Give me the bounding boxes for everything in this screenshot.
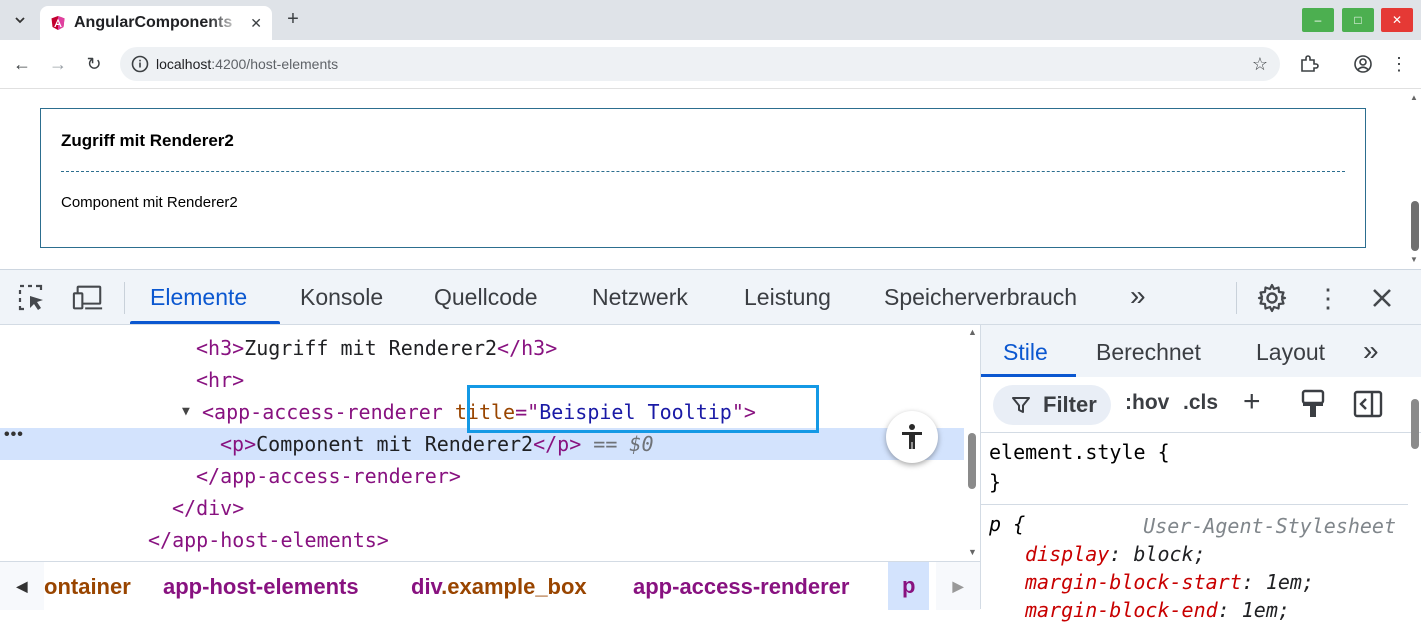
dom-line-app-host-elements-close[interactable]: </app-host-elements>: [0, 524, 964, 556]
styles-filter-input[interactable]: Filter: [993, 385, 1111, 425]
chevron-down-icon: [15, 17, 25, 24]
filter-funnel-icon: [1012, 397, 1030, 413]
angular-favicon-icon: [51, 16, 65, 30]
styles-scrollbar-thumb[interactable]: [1411, 399, 1419, 449]
browser-tab[interactable]: AngularComponents ✕: [40, 6, 272, 40]
breadcrumb-app-access-renderer[interactable]: app-access-renderer: [633, 574, 849, 600]
page-scrollbar-thumb[interactable]: [1411, 201, 1419, 251]
dom-line-app-access-renderer-close[interactable]: </app-access-renderer>: [0, 460, 964, 492]
browser-menu-icon[interactable]: ⋮: [1388, 53, 1410, 75]
page-heading: Zugriff mit Renderer2: [61, 131, 234, 150]
tab-konsole[interactable]: Konsole: [300, 284, 383, 311]
expand-triangle-icon[interactable]: ▼: [182, 396, 190, 428]
reload-icon[interactable]: ↻: [82, 52, 106, 76]
accessibility-tree-button[interactable]: [886, 411, 938, 463]
settings-gear-icon[interactable]: [1256, 282, 1288, 314]
tab-layout[interactable]: Layout: [1256, 339, 1325, 366]
tab-leistung[interactable]: Leistung: [744, 284, 831, 311]
accessibility-icon: [902, 424, 922, 449]
new-tab-button[interactable]: +: [282, 8, 304, 30]
minimize-button[interactable]: –: [1302, 8, 1334, 32]
scroll-up-icon[interactable]: ▲: [1410, 93, 1418, 102]
breadcrumb-div-example-box[interactable]: div.example_box: [411, 574, 587, 600]
device-toolbar-icon[interactable]: [72, 282, 104, 314]
toolbar-separator: [1236, 282, 1237, 314]
dom-line-div-close[interactable]: </div>: [0, 492, 964, 524]
styles-tabbar: Stile Berechnet Layout »: [981, 325, 1421, 377]
tab-search-button[interactable]: [8, 8, 32, 32]
tab-title: AngularComponents: [74, 14, 233, 31]
url-text: localhost:4200/host-elements: [156, 56, 339, 72]
user-agent-stylesheet-label: User-Agent-Stylesheet: [1143, 514, 1396, 538]
hover-state-button[interactable]: :hov: [1125, 391, 1169, 415]
tab-quellcode[interactable]: Quellcode: [434, 284, 538, 311]
dom-line-h3[interactable]: <h3>Zugriff mit Renderer2</h3>: [0, 332, 964, 364]
tab-close-icon[interactable]: ✕: [250, 15, 262, 32]
tab-stile[interactable]: Stile: [1003, 339, 1048, 366]
site-info-icon[interactable]: [130, 54, 150, 74]
inspect-element-icon[interactable]: [16, 282, 48, 314]
class-toggle-button[interactable]: .cls: [1183, 391, 1218, 415]
scroll-down-icon[interactable]: ▼: [1410, 255, 1418, 264]
devtools-menu-icon[interactable]: ⋮: [1312, 282, 1344, 314]
page-viewport: Zugriff mit Renderer2 Component mit Rend…: [0, 88, 1421, 270]
elements-tree: <h3>Zugriff mit Renderer2</h3> <hr> ▼ <ap…: [0, 325, 980, 561]
profile-icon[interactable]: [1352, 53, 1374, 75]
p-rule-selector[interactable]: p {: [989, 509, 1025, 539]
devtools: Elemente Konsole Quellcode Netzwerk Leis…: [0, 269, 1421, 622]
toggle-sidebar-icon[interactable]: [1353, 389, 1383, 425]
styles-pane: Stile Berechnet Layout » Filter :hov .cl…: [980, 325, 1421, 622]
declaration-display[interactable]: display: block;: [1025, 539, 1206, 569]
tab-berechnet[interactable]: Berechnet: [1096, 339, 1201, 366]
divider: [61, 171, 1345, 172]
breadcrumb-left-arrow-icon[interactable]: ◀: [0, 562, 44, 610]
tab-elemente[interactable]: Elemente: [150, 284, 247, 311]
new-rule-plus-icon[interactable]: +: [1243, 385, 1261, 419]
address-bar[interactable]: localhost:4200/host-elements ☆: [120, 47, 1280, 81]
elements-scrollbar-thumb[interactable]: [968, 433, 976, 489]
paint-brush-icon[interactable]: [1299, 389, 1327, 425]
elements-scrollbar[interactable]: ▲ ▼: [964, 325, 980, 561]
close-devtools-icon[interactable]: [1366, 282, 1398, 314]
styles-toolbar: Filter :hov .cls +: [981, 377, 1421, 433]
breadcrumb-app-host-elements[interactable]: app-host-elements: [163, 574, 359, 600]
styles-scrollbar[interactable]: [1407, 377, 1421, 609]
element-style-close: }: [989, 470, 1002, 494]
rule-separator: [981, 504, 1408, 505]
devtools-tabbar: Elemente Konsole Quellcode Netzwerk Leis…: [0, 270, 1421, 325]
more-style-tabs-icon[interactable]: »: [1363, 335, 1379, 367]
scroll-down-icon[interactable]: ▼: [968, 547, 977, 557]
breadcrumb-p[interactable]: p: [888, 562, 930, 610]
tab-netzwerk[interactable]: Netzwerk: [592, 284, 688, 311]
node-actions-menu-icon[interactable]: •••: [4, 426, 24, 444]
example-box: Zugriff mit Renderer2 Component mit Rend…: [40, 108, 1366, 248]
active-tab-indicator: [130, 321, 280, 324]
breadcrumb-right-arrow-icon[interactable]: ▶: [936, 562, 980, 610]
tab-speicherverbrauch[interactable]: Speicherverbrauch: [884, 284, 1077, 311]
element-style-selector[interactable]: element.style {: [989, 437, 1170, 467]
scroll-up-icon[interactable]: ▲: [968, 327, 977, 337]
attribute-highlight-box: [467, 385, 819, 433]
bookmark-star-icon[interactable]: ☆: [1252, 54, 1268, 75]
forward-arrow-icon[interactable]: →: [46, 52, 70, 76]
extensions-icon[interactable]: [1298, 53, 1320, 75]
back-arrow-icon[interactable]: ←: [10, 52, 34, 76]
dom-breadcrumb: ◀ ontainer app-host-elements div.example…: [0, 561, 980, 610]
browser-toolbar: ← → ↻ localhost:4200/host-elements ☆ ⋮: [0, 40, 1421, 88]
more-tabs-icon[interactable]: »: [1130, 280, 1146, 312]
breadcrumb-container[interactable]: ontainer: [44, 574, 131, 600]
toolbar-separator: [124, 282, 125, 314]
declaration-margin-block-end[interactable]: margin-block-end: 1em;: [1025, 595, 1290, 625]
maximize-button[interactable]: □: [1342, 8, 1374, 32]
page-scrollbar[interactable]: ▲ ▼: [1407, 89, 1421, 270]
tab-strip: AngularComponents ✕ + – □ ✕: [0, 0, 1421, 40]
component-paragraph: Component mit Renderer2: [61, 194, 238, 211]
close-window-button[interactable]: ✕: [1381, 8, 1413, 32]
declaration-margin-block-start[interactable]: margin-block-start: 1em;: [1025, 567, 1314, 597]
